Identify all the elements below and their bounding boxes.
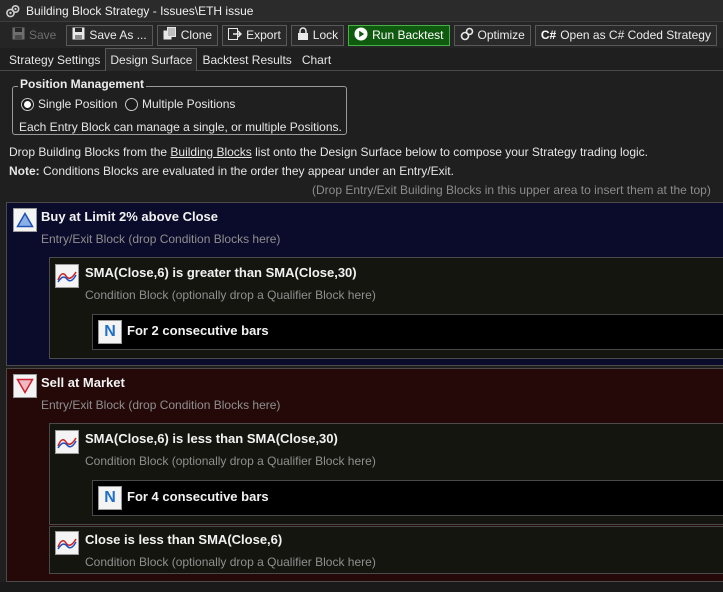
run-backtest-label: Run Backtest	[372, 28, 444, 42]
save-button[interactable]: Save	[6, 25, 62, 46]
sell-condition-1-title: SMA(Close,6) is less than SMA(Close,30)	[85, 431, 338, 446]
buy-triangle-up-icon	[13, 208, 37, 232]
sell-condition-2-title: Close is less than SMA(Close,6)	[85, 532, 283, 547]
building-blocks-link[interactable]: Building Blocks	[170, 145, 251, 159]
sell-condition-2-subtitle: Condition Block (optionally drop a Quali…	[85, 555, 376, 569]
run-backtest-button[interactable]: Run Backtest	[348, 24, 450, 46]
multiple-positions-label: Multiple Positions	[142, 97, 236, 111]
n-letter-icon: N	[98, 320, 122, 344]
floppy-disk-icon	[72, 27, 85, 43]
sell-condition-block-2[interactable]: Close is less than SMA(Close,6) Conditio…	[49, 526, 723, 574]
save-label: Save	[29, 28, 57, 42]
floppy-disk-icon	[12, 27, 25, 43]
tab-design-surface[interactable]: Design Surface	[105, 48, 198, 71]
buy-condition-title: SMA(Close,6) is greater than SMA(Close,3…	[85, 265, 357, 280]
instructions-prefix: Drop Building Blocks from the	[9, 145, 171, 159]
tab-strategy-settings[interactable]: Strategy Settings	[4, 49, 105, 70]
buy-qualifier-block[interactable]: N For 2 consecutive bars	[92, 314, 723, 350]
sell-exit-title: Sell at Market	[41, 375, 125, 390]
open-csharp-label: Open as C# Coded Strategy	[560, 28, 711, 42]
n-letter-icon: N	[98, 486, 122, 510]
sell-triangle-down-icon	[13, 374, 37, 398]
position-management-description: Each Entry Block can manage a single, or…	[19, 120, 342, 134]
note-body: Conditions Blocks are evaluated in the o…	[39, 164, 454, 178]
clone-button[interactable]: Clone	[156, 24, 219, 46]
play-circle-icon	[354, 27, 368, 44]
optimize-button[interactable]: Optimize	[453, 24, 531, 46]
buy-entry-title: Buy at Limit 2% above Close	[41, 209, 218, 224]
tab-backtest-results[interactable]: Backtest Results	[197, 49, 296, 70]
note-text: Note: Conditions Blocks are evaluated in…	[9, 164, 454, 178]
tab-strip: Strategy Settings Design Surface Backtes…	[0, 48, 723, 71]
lock-button[interactable]: Lock	[290, 24, 345, 46]
tab-chart[interactable]: Chart	[297, 49, 336, 70]
instructions-suffix: list onto the Design Surface below to co…	[251, 145, 648, 159]
radio-selected-icon	[21, 97, 34, 111]
lock-label: Lock	[312, 28, 339, 42]
position-management-title: Position Management	[18, 77, 147, 91]
drop-hint-text: (Drop Entry/Exit Building Blocks in this…	[312, 183, 711, 197]
copy-pages-icon	[163, 27, 177, 43]
instructions-text: Drop Building Blocks from the Building B…	[9, 145, 648, 159]
buy-condition-block[interactable]: SMA(Close,6) is greater than SMA(Close,3…	[49, 257, 723, 359]
sell-qualifier-title: For 4 consecutive bars	[127, 489, 269, 504]
open-csharp-button[interactable]: C# Open as C# Coded Strategy	[534, 24, 717, 46]
window-title: Building Block Strategy - Issues\ETH iss…	[26, 3, 254, 18]
buy-condition-subtitle: Condition Block (optionally drop a Quali…	[85, 288, 376, 302]
export-button[interactable]: Export	[222, 24, 287, 46]
sell-qualifier-block[interactable]: N For 4 consecutive bars	[92, 480, 723, 516]
chart-line-icon	[55, 430, 79, 454]
design-surface-bottom	[0, 582, 723, 592]
export-label: Export	[246, 28, 281, 42]
save-as-button[interactable]: Save As ...	[66, 24, 153, 46]
export-arrow-icon	[228, 27, 243, 43]
sell-condition-1-subtitle: Condition Block (optionally drop a Quali…	[85, 454, 376, 468]
buy-qualifier-title: For 2 consecutive bars	[127, 323, 269, 338]
buy-entry-subtitle: Entry/Exit Block (drop Condition Blocks …	[41, 232, 281, 246]
padlock-icon	[297, 27, 309, 43]
title-bar: Building Block Strategy - Issues\ETH iss…	[0, 0, 723, 22]
optimize-label: Optimize	[477, 28, 525, 42]
chart-line-icon	[55, 531, 79, 555]
sell-exit-subtitle: Entry/Exit Block (drop Condition Blocks …	[41, 398, 281, 412]
csharp-icon: C#	[540, 28, 557, 42]
note-label: Note:	[9, 164, 40, 178]
toolbar: Save Save As ... Clone Export Lock Run B…	[0, 22, 723, 48]
chart-line-icon	[55, 264, 79, 288]
clone-label: Clone	[180, 28, 213, 42]
gears-icon	[6, 4, 20, 18]
multiple-positions-radio[interactable]: Multiple Positions	[125, 97, 235, 111]
single-position-label: Single Position	[38, 97, 118, 111]
single-position-radio[interactable]: Single Position	[21, 97, 117, 111]
buy-entry-block[interactable]: Buy at Limit 2% above Close Entry/Exit B…	[6, 202, 723, 366]
sell-condition-block-1[interactable]: SMA(Close,6) is less than SMA(Close,30) …	[49, 423, 723, 525]
gears-icon	[460, 27, 474, 44]
radio-unselected-icon	[125, 97, 138, 111]
save-as-label: Save As ...	[89, 28, 147, 42]
sell-exit-block[interactable]: Sell at Market Entry/Exit Block (drop Co…	[6, 368, 723, 582]
